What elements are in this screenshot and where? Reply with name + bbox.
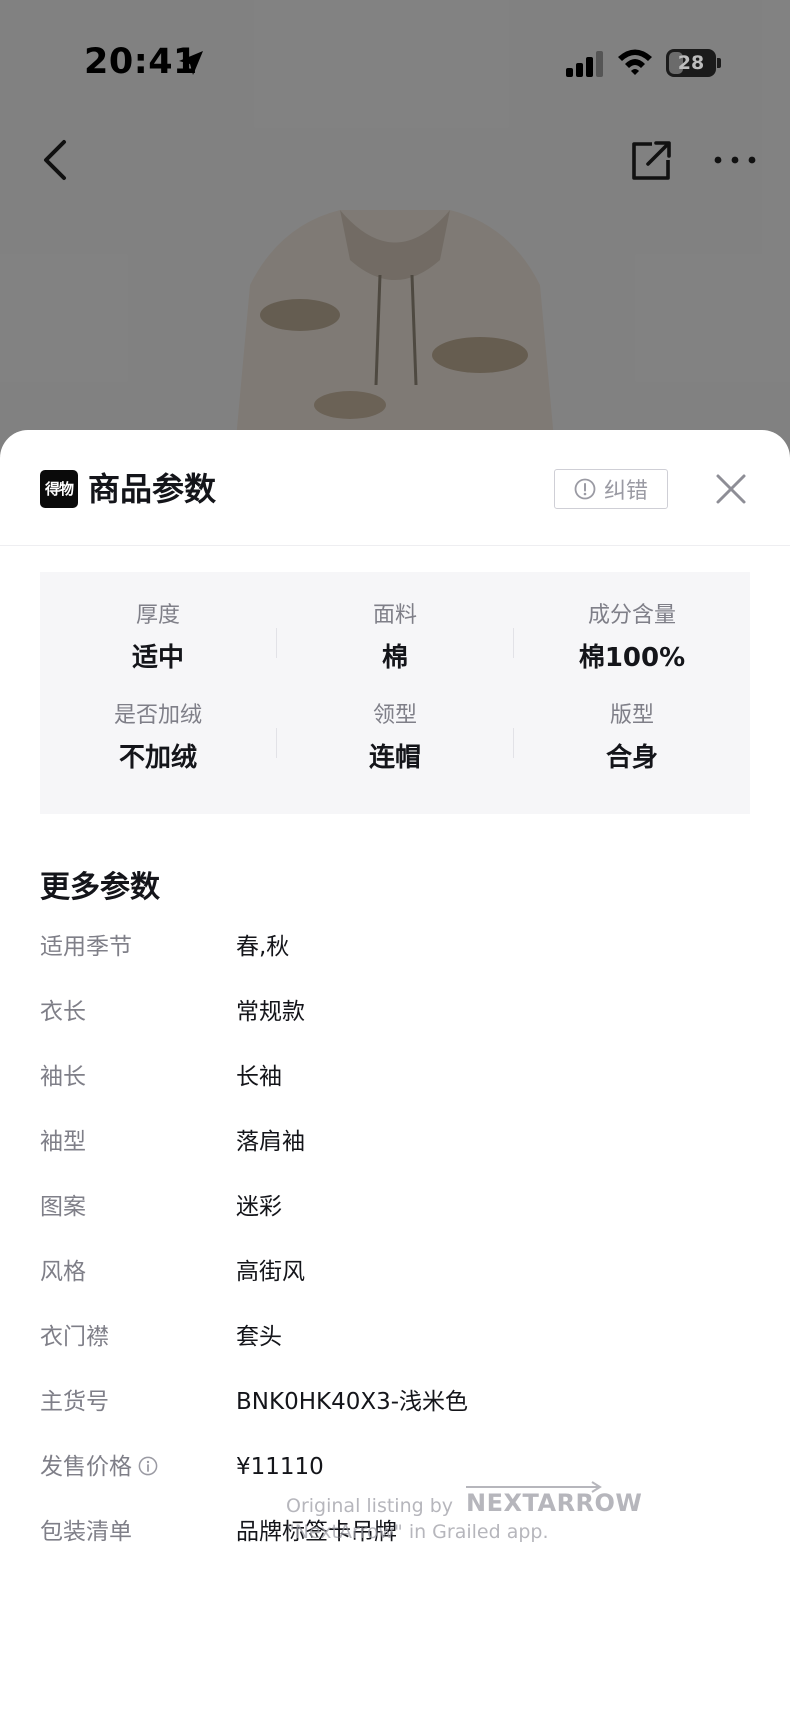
divider <box>276 728 277 758</box>
param-label: 领型 <box>372 703 417 728</box>
status-bar: 20:41 28 <box>0 0 790 120</box>
spec-value: ¥11110 <box>236 1454 324 1480</box>
param-value: 适中 <box>131 643 184 673</box>
close-icon[interactable] <box>712 470 750 508</box>
param-value: 棉 <box>381 643 408 673</box>
report-error-button[interactable]: 纠错 <box>554 469 668 509</box>
divider <box>513 628 514 658</box>
spec-label: 包装清单 <box>40 1519 132 1545</box>
divider <box>276 628 277 658</box>
spec-label: 主货号 <box>40 1389 109 1415</box>
divider <box>513 728 514 758</box>
spec-label: 发售价格 <box>40 1450 158 1484</box>
param-cell: 面料 棉 <box>277 600 513 678</box>
spec-value: 常规款 <box>236 999 305 1025</box>
spec-row: 图案 迷彩 <box>40 1180 750 1245</box>
spec-value: 迷彩 <box>236 1194 282 1220</box>
spec-row: 衣门襟 套头 <box>40 1310 750 1375</box>
alert-circle-icon <box>574 478 596 500</box>
battery-level: 28 <box>677 52 705 74</box>
param-cell: 厚度 适中 <box>40 600 276 678</box>
spec-label: 衣长 <box>40 999 86 1025</box>
spec-row: 袖型 落肩袖 <box>40 1115 750 1180</box>
cellular-signal-icon <box>566 51 603 77</box>
sheet-header: 得物 商品参数 纠错 <box>0 430 790 546</box>
spec-label: 袖长 <box>40 1064 86 1090</box>
share-external-icon[interactable] <box>628 138 674 184</box>
watermark-caption: Original listing by <box>286 1495 454 1517</box>
key-params-grid: 厚度 适中 面料 棉 成分含量 棉100% 是否加绒 不加绒 领型 连帽 版型 … <box>40 572 750 814</box>
spec-row: 适用季节 春,秋 <box>40 920 750 985</box>
spec-value: 落肩袖 <box>236 1129 305 1155</box>
param-label: 版型 <box>609 703 654 728</box>
sheet-title: 商品参数 <box>88 470 217 508</box>
more-params-list: 适用季节 春,秋 衣长 常规款 袖长 长袖 袖型 落肩袖 图案 迷彩 风格 高街… <box>40 920 750 1570</box>
param-value: 棉100% <box>578 643 686 673</box>
spec-value: 套头 <box>236 1324 282 1350</box>
spec-value: 春,秋 <box>236 934 290 960</box>
spec-value: BNK0HK40X3-浅米色 <box>236 1389 469 1415</box>
param-value: 不加绒 <box>118 743 197 773</box>
spec-label: 适用季节 <box>40 934 132 960</box>
param-cell: 版型 合身 <box>514 700 750 778</box>
spec-label: 风格 <box>40 1259 86 1285</box>
info-icon[interactable] <box>138 1456 158 1476</box>
dewu-logo: 得物 <box>40 470 78 508</box>
product-params-sheet: 得物 商品参数 纠错 厚度 适中 面料 棉 成分含量 棉100% 是否加绒 不加… <box>0 430 790 1718</box>
param-label: 是否加绒 <box>113 703 202 728</box>
param-cell: 是否加绒 不加绒 <box>40 700 276 778</box>
spec-row: 袖长 长袖 <box>40 1050 750 1115</box>
report-error-label: 纠错 <box>603 479 648 504</box>
param-value: 合身 <box>605 743 658 773</box>
wifi-icon <box>618 49 652 75</box>
spec-row: 主货号 BNK0HK40X3-浅米色 <box>40 1375 750 1440</box>
spec-label: 衣门襟 <box>40 1324 109 1350</box>
param-value: 连帽 <box>368 743 421 773</box>
spec-label: 图案 <box>40 1194 86 1220</box>
spec-row: 风格 高街风 <box>40 1245 750 1310</box>
param-cell: 领型 连帽 <box>277 700 513 778</box>
spec-label-text: 发售价格 <box>40 1454 132 1480</box>
param-label: 成分含量 <box>587 603 676 628</box>
spec-label: 袖型 <box>40 1129 86 1155</box>
back-chevron-icon[interactable] <box>34 136 78 184</box>
watermark: Original listing by NEXTARROW "NextArrow… <box>286 1481 642 1555</box>
param-cell: 成分含量 棉100% <box>514 600 750 678</box>
param-label: 面料 <box>372 603 417 628</box>
spec-value: 长袖 <box>236 1064 282 1090</box>
watermark-brand: NEXTARROW <box>466 1489 643 1517</box>
watermark-source: "NextArrow" in Grailed app. <box>286 1521 549 1543</box>
param-label: 厚度 <box>135 603 180 628</box>
battery-icon: 28 <box>666 49 721 77</box>
location-arrow-icon <box>179 51 203 75</box>
more-horizontal-icon[interactable] <box>710 142 760 178</box>
spec-row: 衣长 常规款 <box>40 985 750 1050</box>
more-params-title: 更多参数 <box>40 870 160 905</box>
spec-value: 高街风 <box>236 1259 305 1285</box>
